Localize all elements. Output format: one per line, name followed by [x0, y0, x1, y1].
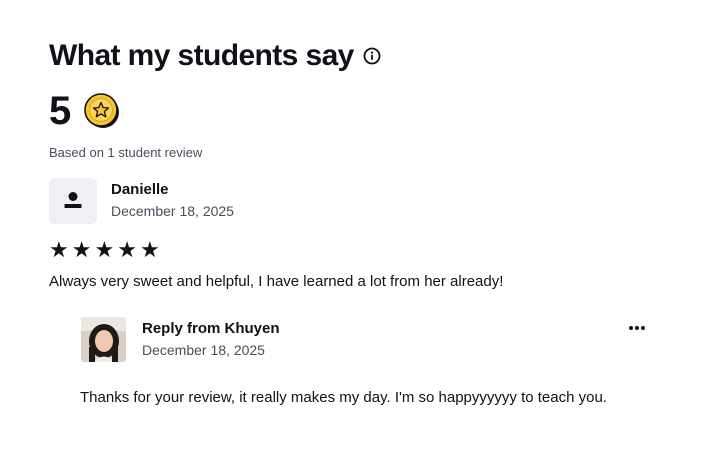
- star-icon: ★: [49, 237, 69, 262]
- review-stars: ★ ★ ★ ★ ★: [49, 237, 160, 263]
- reviewer-name: Danielle: [111, 181, 169, 198]
- more-options-icon[interactable]: [626, 318, 648, 338]
- section-header: What my students say: [49, 38, 381, 74]
- info-icon[interactable]: [363, 47, 381, 65]
- rating-value: 5: [49, 89, 72, 133]
- review-text: Always very sweet and helpful, I have le…: [49, 273, 504, 290]
- reply-date: December 18, 2025: [142, 342, 265, 358]
- anonymous-user-icon: [49, 178, 97, 224]
- star-icon: ★: [71, 237, 92, 262]
- star-icon: ★: [117, 237, 137, 262]
- star-coin-icon: [84, 93, 120, 129]
- star-icon: ★: [139, 237, 160, 262]
- tutor-avatar: [81, 317, 126, 362]
- reply-text: Thanks for your review, it really makes …: [80, 389, 607, 406]
- rating-summary: 5: [49, 88, 120, 134]
- review-count-text: Based on 1 student review: [49, 145, 203, 160]
- review-date: December 18, 2025: [111, 203, 234, 219]
- section-title: What my students say: [49, 39, 354, 72]
- star-icon: ★: [94, 237, 115, 262]
- reply-title: Reply from Khuyen: [142, 320, 280, 337]
